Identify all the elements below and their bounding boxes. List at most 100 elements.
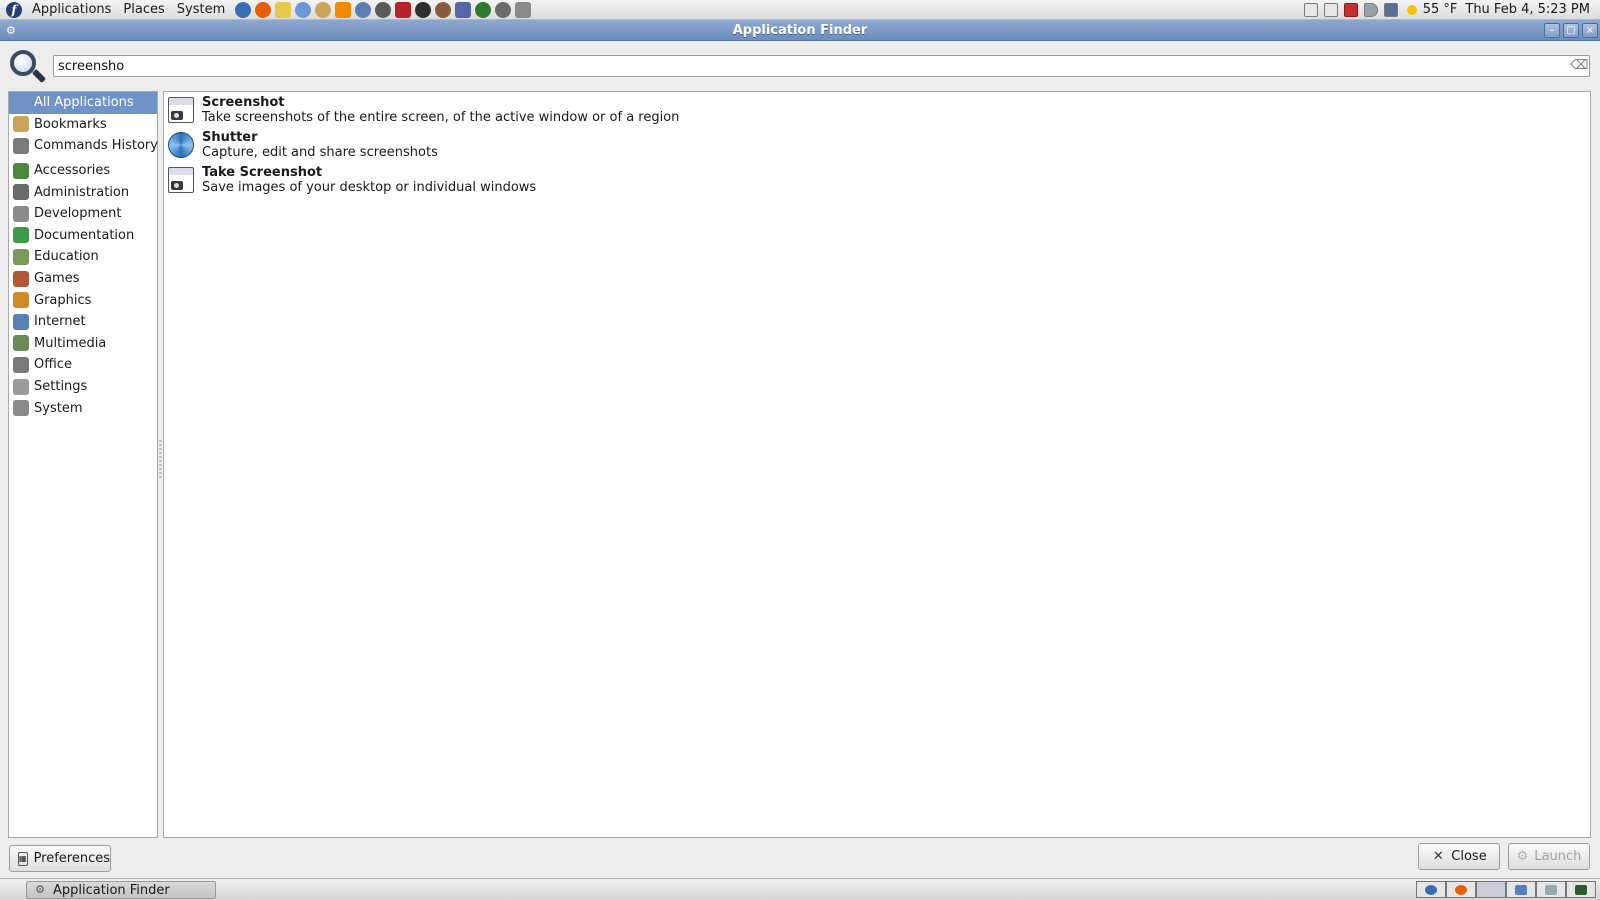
search-icon[interactable]: [495, 1, 512, 18]
sidebar-item-label: Graphics: [34, 292, 92, 308]
brush-icon[interactable]: [355, 1, 372, 18]
close-button[interactable]: ✕ Close: [1418, 843, 1500, 870]
result-item[interactable]: Screenshot Take screenshots of the entire…: [164, 92, 1590, 127]
notes-icon[interactable]: [1303, 2, 1318, 17]
folder-icon[interactable]: [275, 1, 292, 18]
sidebar-item-label: All Applications: [34, 95, 134, 111]
update-notifier-icon[interactable]: [1343, 2, 1358, 17]
sidebar-item-office[interactable]: Office: [9, 354, 157, 376]
tools-icon[interactable]: [435, 1, 452, 18]
result-name: Take Screenshot: [202, 164, 323, 180]
window-title: Application Finder: [732, 23, 868, 38]
result-item[interactable]: Shutter Capture, edit and share screensho…: [164, 127, 1590, 162]
network-icon[interactable]: [1383, 2, 1398, 17]
system-menu[interactable]: System: [171, 0, 231, 20]
search-input[interactable]: [53, 55, 1590, 77]
thunderbird-icon[interactable]: [235, 1, 252, 18]
taskbar-item-application-finder[interactable]: ⚙ Application Finder: [26, 881, 216, 899]
close-label: Close: [1451, 849, 1487, 864]
sidebar-item-settings[interactable]: Settings: [9, 376, 157, 398]
multimedia-icon: [13, 335, 29, 352]
sidebar-item-multimedia[interactable]: Multimedia: [9, 333, 157, 355]
firefox-icon[interactable]: [255, 1, 272, 18]
weather-sun-icon: [1406, 4, 1417, 15]
camera-icon: [168, 96, 194, 123]
result-description: Take screenshots of the entire screen, o…: [202, 109, 680, 125]
sidebar-item-development[interactable]: Development: [9, 203, 157, 225]
education-icon: [13, 248, 29, 265]
launch-label: Launch: [1534, 849, 1582, 864]
system-monitor-icon[interactable]: [475, 1, 492, 18]
internet-icon: [13, 313, 29, 330]
media-player-icon[interactable]: [395, 1, 412, 18]
sidebar-item-label: Documentation: [34, 227, 135, 243]
result-name: Shutter: [202, 129, 258, 145]
sidebar-item-label: Administration: [34, 184, 130, 200]
workspace-5[interactable]: [1536, 881, 1566, 898]
volume-icon[interactable]: [1363, 2, 1378, 17]
sidebar-item-label: System: [34, 400, 83, 416]
system-icon: [13, 400, 29, 417]
sidebar-item-label: Commands History: [34, 138, 158, 154]
preferences-label: Preferences: [33, 851, 111, 866]
magnifier-icon[interactable]: [515, 1, 532, 18]
workspace-2[interactable]: [1446, 881, 1476, 898]
graphics-icon: [13, 292, 29, 309]
administration-icon: [13, 184, 29, 201]
accessories-icon: [13, 162, 29, 179]
sidebar-item-label: Education: [34, 249, 99, 265]
pane-splitter[interactable]: [159, 440, 162, 480]
workspace-4[interactable]: [1506, 881, 1536, 898]
office-icon: [13, 356, 29, 373]
top-panel: f Applications Places System 55 °F Thu F…: [0, 0, 1600, 20]
taskbar-item-label: Application Finder: [53, 882, 170, 898]
pointer-icon[interactable]: [455, 1, 472, 18]
maximize-button[interactable]: □: [1563, 23, 1579, 38]
vlc-icon[interactable]: [335, 1, 352, 18]
sidebar-item-education[interactable]: Education: [9, 246, 157, 268]
sidebar-item-label: Internet: [34, 314, 86, 330]
settings-icon: [13, 378, 29, 395]
sidebar-item-all-applications[interactable]: All Applications: [9, 92, 157, 114]
close-window-button[interactable]: ×: [1582, 23, 1598, 38]
preferences-icon: ▦: [18, 851, 28, 866]
sidebar-item-label: Games: [34, 271, 80, 287]
workspace-3[interactable]: [1476, 881, 1506, 898]
sidebar-item-accessories[interactable]: Accessories: [9, 160, 157, 182]
workspace-6[interactable]: [1566, 881, 1596, 898]
clock[interactable]: Thu Feb 4, 5:23 PM: [1461, 0, 1594, 20]
sidebar-item-commands-history[interactable]: Commands History: [9, 135, 158, 157]
documentation-icon: [13, 227, 29, 244]
launcher-bar: [233, 1, 533, 18]
clipboard-icon[interactable]: [1323, 2, 1338, 17]
workspace-switcher: [1416, 881, 1596, 898]
sidebar-item-internet[interactable]: Internet: [9, 311, 157, 333]
places-menu[interactable]: Places: [117, 0, 170, 20]
search-magnifier-icon: [8, 48, 47, 86]
fedora-logo-icon[interactable]: f: [6, 1, 22, 18]
preferences-button[interactable]: ▦ Preferences: [9, 845, 111, 872]
sidebar-item-administration[interactable]: Administration: [9, 181, 157, 203]
workspace-1[interactable]: [1416, 881, 1446, 898]
clear-search-icon[interactable]: ⌫: [1570, 58, 1588, 74]
minimize-button[interactable]: –: [1544, 23, 1560, 38]
text-editor-icon[interactable]: [295, 1, 312, 18]
sidebar-item-games[interactable]: Games: [9, 268, 157, 290]
gimp-icon[interactable]: [315, 1, 332, 18]
sidebar-item-documentation[interactable]: Documentation: [9, 225, 157, 247]
webcam-icon[interactable]: [375, 1, 392, 18]
sidebar-item-label: Office: [34, 357, 72, 373]
sidebar-item-system[interactable]: System: [9, 397, 157, 419]
sidebar-item-label: Accessories: [34, 163, 111, 179]
sidebar-item-label: Development: [34, 206, 122, 222]
launch-button[interactable]: ⚙ Launch: [1508, 843, 1590, 870]
sidebar-item-bookmarks[interactable]: Bookmarks: [9, 114, 157, 136]
window-titlebar[interactable]: ⚙ Application Finder – □ ×: [0, 20, 1600, 41]
applications-menu[interactable]: Applications: [26, 0, 117, 20]
sidebar-item-label: Settings: [34, 379, 88, 395]
result-item[interactable]: Take Screenshot Save images of your deskt…: [164, 162, 1590, 197]
weather-temperature[interactable]: 55 °F: [1419, 0, 1462, 20]
sidebar-item-label: Multimedia: [34, 335, 107, 351]
terminal-icon[interactable]: [415, 1, 432, 18]
sidebar-item-graphics[interactable]: Graphics: [9, 289, 157, 311]
